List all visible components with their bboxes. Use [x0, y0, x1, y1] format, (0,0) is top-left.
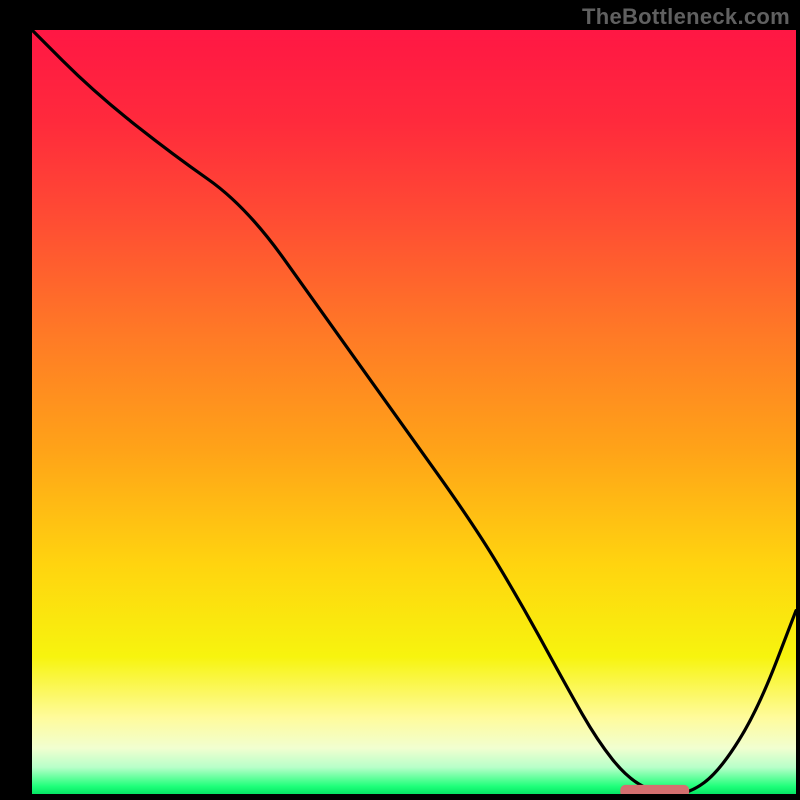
heatmap-background — [32, 30, 796, 794]
gradient-plot — [32, 30, 796, 794]
plot-area — [32, 30, 796, 794]
chart-frame: TheBottleneck.com — [0, 0, 800, 800]
optimal-range-marker — [620, 785, 689, 794]
watermark-text: TheBottleneck.com — [582, 4, 790, 30]
